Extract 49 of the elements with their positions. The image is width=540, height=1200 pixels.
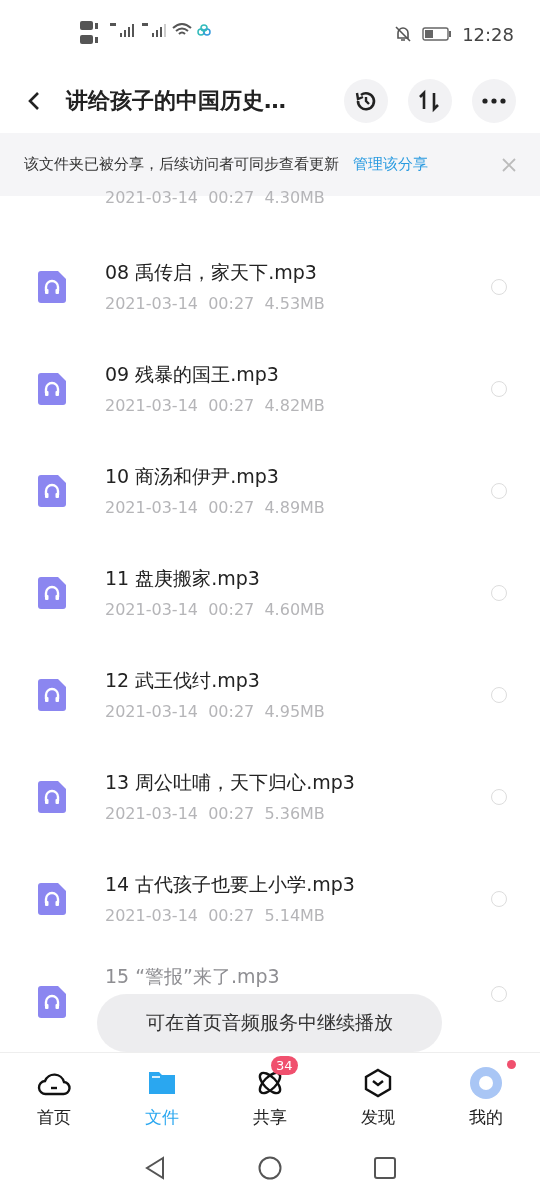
bell-off-icon: [394, 25, 413, 44]
file-name: 10 商汤和伊尹.mp3: [105, 464, 280, 490]
audio-file-icon: [38, 576, 66, 609]
file-meta: 2021-03-14 00:27 4.95MB: [105, 702, 326, 722]
nav-tab[interactable]: 34 共享: [216, 1052, 324, 1143]
file-meta: 2021-03-14 00:27 4.82MB: [105, 396, 326, 416]
file-name: 13 周公吐哺，天下归心.mp3: [105, 770, 356, 796]
audio-file-icon: [38, 372, 66, 405]
audio-file-icon: [38, 985, 66, 1018]
audio-file-icon: [38, 474, 66, 507]
clock-time: 12:28: [462, 23, 514, 45]
recents-nav-icon[interactable]: [374, 1156, 396, 1179]
file-name: 08 禹传启，家天下.mp3: [105, 260, 318, 286]
home-nav-icon[interactable]: [258, 1155, 282, 1180]
sort-icon: [418, 88, 442, 113]
more-button[interactable]: [472, 78, 516, 123]
file-name: 12 武王伐纣.mp3: [105, 668, 261, 694]
sort-button[interactable]: [408, 78, 452, 123]
audio-file-icon: [38, 678, 66, 711]
file-name: 14 古代孩子也要上小学.mp3: [105, 872, 356, 898]
back-nav-icon[interactable]: [144, 1155, 166, 1180]
file-meta: 2021-03-14 00:27 4.60MB: [105, 600, 326, 620]
file-meta: 2021-03-14 00:27 5.36MB: [105, 804, 326, 824]
audio-file-icon: [38, 270, 66, 303]
file-name: 15 “警报”来了.mp3: [105, 963, 281, 989]
history-button[interactable]: [344, 78, 388, 123]
file-meta: 2021-03-14 00:27 4.89MB: [105, 498, 326, 518]
battery-icon: [422, 26, 453, 43]
file-meta: 2021-03-14 00:27 4.53MB: [105, 294, 326, 314]
hexagon-clock-icon: [363, 1068, 393, 1099]
file-meta: 2021-03-14 00:27 4.30MB: [105, 187, 325, 207]
audio-file-icon: [38, 780, 66, 813]
file-meta: 2021-03-14 00:27 5.14MB: [105, 906, 326, 926]
toast: 可在首页音频服务中继续播放: [97, 993, 442, 1052]
count-badge: 34: [271, 1056, 298, 1076]
close-button[interactable]: [502, 157, 516, 172]
folder-title: 讲给孩子的中国历史…: [64, 86, 287, 115]
file-name: 11 盘庚搬家.mp3: [105, 566, 261, 592]
back-icon: [27, 89, 41, 112]
audio-file-icon: [38, 882, 66, 915]
nav-tab[interactable]: 首页: [0, 1052, 108, 1143]
nav-tab[interactable]: 我的: [432, 1052, 540, 1143]
nav-tab[interactable]: 发现: [324, 1052, 432, 1143]
close-icon: [502, 157, 516, 172]
file-name: 09 残暴的国王.mp3: [105, 362, 280, 388]
avatar-icon: [469, 1066, 503, 1101]
folder-icon: [147, 1070, 177, 1097]
notice-text: 该文件夹已被分享，后续访问者可同步查看更新: [24, 155, 339, 175]
more-icon: [482, 97, 506, 104]
